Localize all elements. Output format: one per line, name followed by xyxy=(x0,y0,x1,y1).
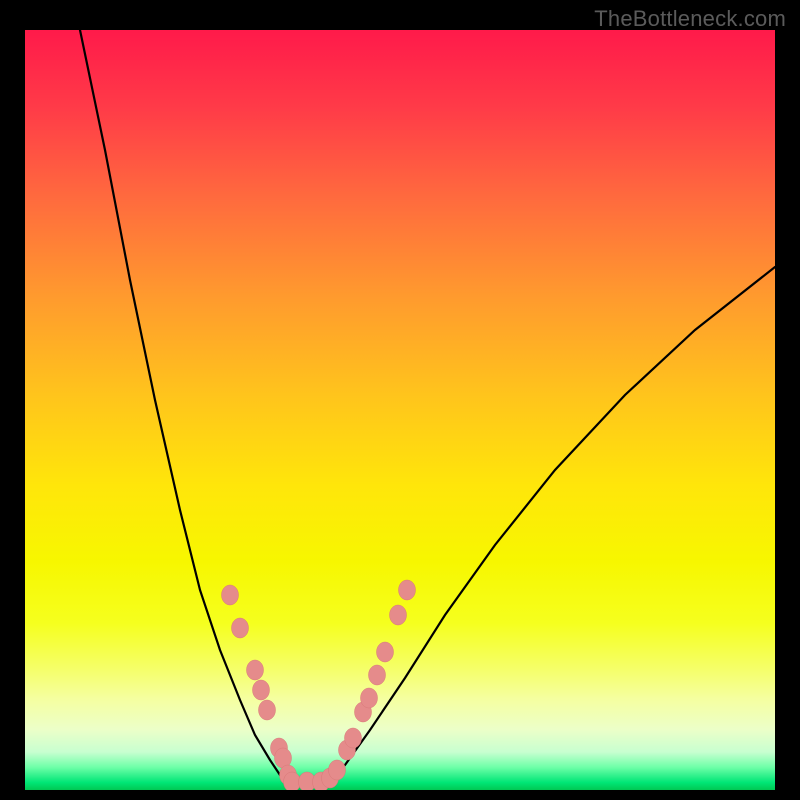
marker-point xyxy=(247,660,264,680)
marker-point xyxy=(361,688,378,708)
watermark-text: TheBottleneck.com xyxy=(594,6,786,32)
bottleneck-curve xyxy=(80,30,775,782)
marker-point xyxy=(390,605,407,625)
marker-point xyxy=(329,760,346,780)
marker-group xyxy=(222,580,416,790)
marker-point xyxy=(259,700,276,720)
marker-point xyxy=(232,618,249,638)
marker-point xyxy=(399,580,416,600)
chart-frame xyxy=(25,30,775,790)
marker-point xyxy=(369,665,386,685)
marker-point xyxy=(345,728,362,748)
marker-point xyxy=(377,642,394,662)
marker-point xyxy=(253,680,270,700)
chart-svg xyxy=(25,30,775,790)
marker-point xyxy=(222,585,239,605)
marker-point xyxy=(284,772,301,790)
